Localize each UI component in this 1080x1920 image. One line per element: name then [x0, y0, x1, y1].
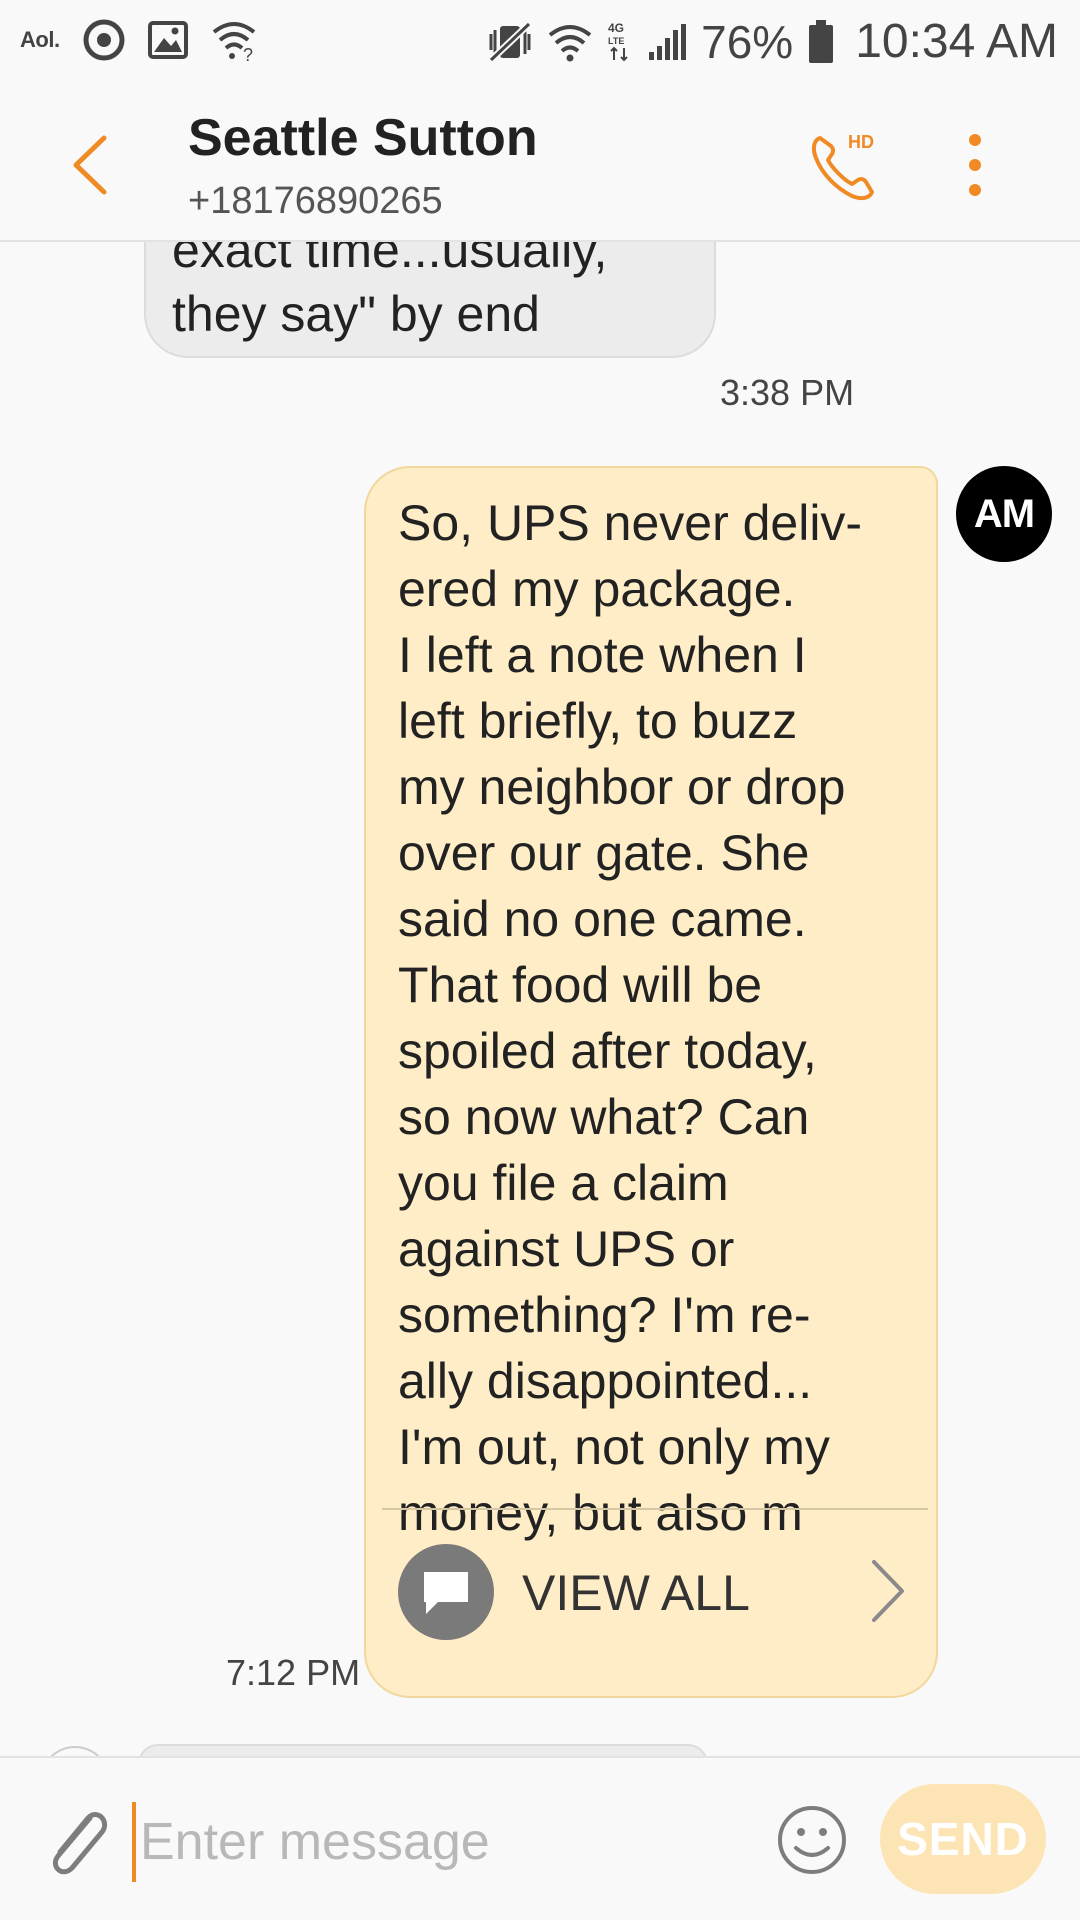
target-icon	[83, 19, 125, 61]
message-line: they say" by end	[172, 286, 540, 342]
message-input[interactable]	[132, 1802, 752, 1882]
view-all-label: VIEW ALL	[522, 1565, 750, 1621]
message-line: That food will be	[398, 957, 763, 1013]
contact-name: Seattle Sutton	[188, 109, 538, 167]
chevron-right-icon	[872, 1560, 904, 1622]
send-button[interactable]: SEND	[880, 1784, 1046, 1894]
messaging-screen: Aol. ? 4G LTE 76% 10:34 AM Seattle Sutto…	[0, 0, 1080, 1920]
message-line: over our gate. She	[398, 825, 810, 881]
hd-call-icon[interactable]: HD	[806, 126, 886, 206]
conversation-header: Seattle Sutton +18176890265 HD	[0, 86, 1080, 242]
avatar[interactable]: AM	[956, 466, 1052, 562]
battery-icon	[809, 19, 834, 63]
message-line: of day".	[172, 346, 690, 356]
message-line: ered my package.	[398, 561, 796, 617]
message-line: so now what? Can	[398, 1089, 810, 1145]
next-message-avatar	[40, 1746, 110, 1756]
message-list[interactable]: exact time...usually, they say" by end o…	[0, 242, 1080, 1756]
view-all-button[interactable]: VIEW ALL	[398, 1524, 918, 1674]
outgoing-message-text: So, UPS never deliv- ered my package. I …	[398, 490, 918, 1546]
hd-badge: HD	[848, 132, 874, 152]
image-icon	[147, 21, 188, 59]
aol-logo: Aol.	[20, 27, 60, 52]
message-line: left briefly, to buzz	[398, 693, 798, 749]
battery-percentage: 76%	[701, 15, 794, 68]
outgoing-message-time: 7:12 PM	[226, 1652, 361, 1693]
message-line: I left a note when I	[398, 627, 807, 683]
bubble-divider	[382, 1508, 928, 1510]
mute-vibrate-icon	[488, 20, 532, 63]
contact-number: +18176890265	[188, 180, 443, 222]
wifi-icon	[548, 24, 592, 61]
status-bar-right: 4G LTE 76% 10:34 AM	[487, 14, 1058, 69]
message-line: something? I'm re-	[398, 1287, 811, 1343]
incoming-message-time: 3:38 PM	[720, 372, 855, 413]
next-message-bubble[interactable]	[138, 1744, 708, 1756]
status-bar-time: 10:34 AM	[855, 15, 1058, 68]
message-line: against UPS or	[398, 1221, 735, 1277]
message-line: said no one came.	[398, 891, 807, 947]
message-line: So, UPS never deliv-	[398, 495, 863, 551]
status-bar: Aol. ? 4G LTE 76% 10:34 AM	[0, 0, 1080, 86]
message-line: spoiled after today,	[398, 1023, 817, 1079]
incoming-message-bubble[interactable]: exact time...usually, they say" by end o…	[144, 242, 716, 358]
message-icon	[398, 1544, 494, 1640]
composer-bar: SEND	[0, 1756, 1080, 1920]
message-line: ally disappointed...	[398, 1353, 813, 1409]
emoji-icon[interactable]	[776, 1804, 848, 1876]
svg-text:LTE: LTE	[608, 36, 624, 46]
outgoing-message-bubble[interactable]: So, UPS never deliv- ered my package. I …	[364, 466, 938, 1698]
message-line: exact time...usually,	[172, 242, 608, 278]
message-line: my neighbor or drop	[398, 759, 846, 815]
svg-text:?: ?	[243, 45, 253, 62]
svg-text:4G: 4G	[608, 21, 624, 35]
message-line: I'm out, not only my	[398, 1419, 830, 1475]
wifi-question-icon: ?	[212, 22, 255, 62]
more-options-icon[interactable]	[960, 130, 990, 200]
back-arrow-icon[interactable]	[66, 130, 116, 200]
paperclip-icon[interactable]	[38, 1798, 116, 1888]
status-bar-left: Aol. ?	[20, 18, 258, 62]
message-line: you file a claim	[398, 1155, 729, 1211]
signal-icon	[649, 23, 687, 60]
lte-icon: 4G LTE	[608, 21, 628, 61]
